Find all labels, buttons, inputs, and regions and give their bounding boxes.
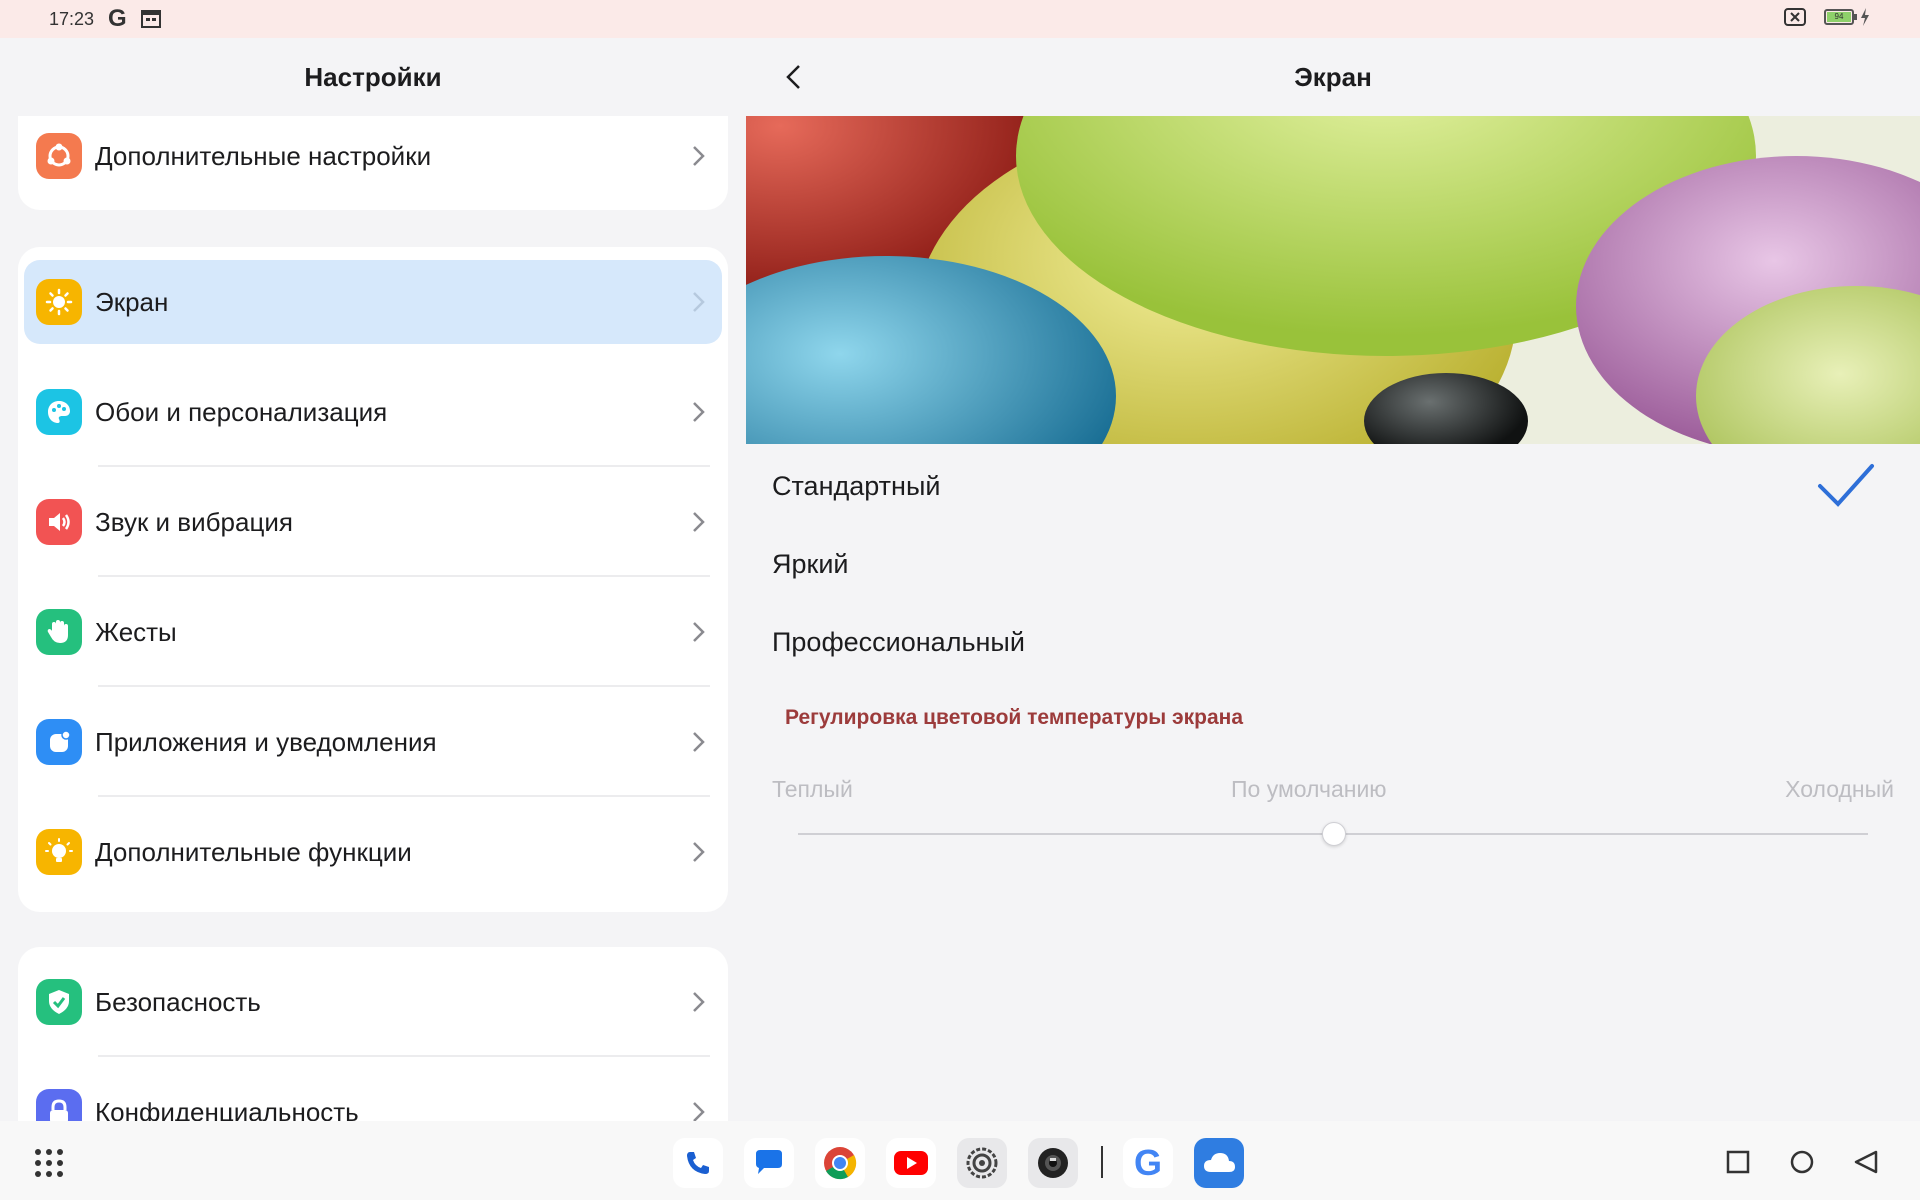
settings-item-label: Обои и персонализация [95, 396, 388, 427]
calendar-notification-icon [140, 10, 161, 28]
mode-vivid[interactable]: Яркий [772, 549, 849, 580]
speaker-icon [36, 499, 82, 545]
settings-item-label: Конфиденциальность [95, 1096, 359, 1122]
chrome-app-icon[interactable] [815, 1138, 865, 1188]
chevron-right-icon [693, 842, 705, 862]
apps-icon [36, 719, 82, 765]
chevron-right-icon [693, 146, 705, 166]
more-settings-icon [36, 133, 82, 179]
settings-item-label: Приложения и уведомления [95, 726, 437, 757]
settings-item-privacy[interactable]: Конфиденциальность [18, 1057, 728, 1121]
check-icon [1818, 464, 1874, 507]
settings-item-label: Дополнительные настройки [95, 140, 432, 171]
warm-label: Теплый [772, 776, 853, 802]
messages-app-icon[interactable] [744, 1138, 794, 1188]
settings-item-extra-features[interactable]: Дополнительные функции [18, 797, 728, 907]
chevron-right-icon [693, 732, 705, 752]
default-label: По умолчанию [1231, 776, 1387, 802]
chevron-right-icon [693, 992, 705, 1012]
screen-title: Экран [1294, 61, 1372, 92]
settings-item-screen[interactable]: Экран [18, 247, 728, 357]
google-notification-icon: G [108, 5, 127, 32]
settings-item-advanced[interactable]: Дополнительные настройки [18, 116, 728, 196]
cold-label: Холодный [1785, 776, 1894, 802]
screen-settings-panel: Экран Стандартный Яркий Профессиональный… [746, 38, 1920, 1121]
screen-header: Экран [746, 38, 1920, 116]
google-app-icon[interactable]: G [1123, 1138, 1173, 1188]
chevron-right-icon [693, 1102, 705, 1121]
settings-item-label: Экран [95, 286, 169, 317]
recents-button-icon[interactable] [1723, 1147, 1753, 1177]
back-button-icon[interactable] [1851, 1147, 1881, 1177]
status-bar: 17:23 G 94 [0, 0, 1920, 38]
settings-item-label: Безопасность [95, 986, 261, 1017]
settings-item-apps[interactable]: Приложения и уведомления [18, 687, 728, 797]
camera-app-icon[interactable] [1028, 1138, 1078, 1188]
mode-standard[interactable]: Стандартный [772, 471, 940, 502]
youtube-app-icon[interactable] [886, 1138, 936, 1188]
taskbar: G [0, 1121, 1920, 1200]
settings-item-security[interactable]: Безопасность [18, 947, 728, 1057]
bulb-icon [36, 829, 82, 875]
settings-app-icon[interactable] [957, 1138, 1007, 1188]
settings-item-wallpaper[interactable]: Обои и персонализация [18, 357, 728, 467]
chevron-right-icon [693, 622, 705, 642]
settings-card-3: Безопасность Конфиденциальность [18, 947, 728, 1121]
page-title: Настройки [304, 61, 442, 92]
palette-icon [36, 389, 82, 435]
settings-item-gestures[interactable]: Жесты [18, 577, 728, 687]
battery-level: 94 [1827, 12, 1851, 22]
chevron-right-icon [693, 402, 705, 422]
app-drawer-icon[interactable] [34, 1148, 64, 1178]
color-temperature-title: Регулировка цветовой температуры экрана [785, 706, 1244, 729]
no-sim-icon [1784, 8, 1806, 26]
settings-card-2: Экран Обои и персонализация Звук и вибра… [18, 247, 728, 912]
charging-icon [1861, 8, 1869, 26]
chevron-right-icon [693, 292, 705, 312]
lock-icon [36, 1089, 82, 1121]
shield-icon [36, 979, 82, 1025]
cloud-app-icon[interactable] [1194, 1138, 1244, 1188]
phone-app-icon[interactable] [673, 1138, 723, 1188]
status-time: 17:23 [49, 8, 95, 29]
chevron-right-icon [693, 512, 705, 532]
settings-card-1: Дополнительные настройки [18, 116, 728, 210]
back-arrow-icon[interactable] [780, 62, 810, 92]
slider-thumb[interactable] [1322, 822, 1346, 846]
hand-icon [36, 609, 82, 655]
mode-professional[interactable]: Профессиональный [772, 627, 1025, 658]
settings-item-label: Дополнительные функции [95, 836, 412, 867]
settings-item-label: Звук и вибрация [95, 506, 293, 537]
settings-list-panel: Настройки Дополнительные настройки Экран… [0, 38, 746, 1121]
sun-icon [36, 279, 82, 325]
color-mode-preview-image [746, 116, 1920, 444]
battery-icon: 94 [1824, 9, 1857, 25]
settings-item-label: Жесты [95, 616, 177, 647]
dock-separator [1101, 1146, 1103, 1178]
home-button-icon[interactable] [1787, 1147, 1817, 1177]
settings-item-sound[interactable]: Звук и вибрация [18, 467, 728, 577]
